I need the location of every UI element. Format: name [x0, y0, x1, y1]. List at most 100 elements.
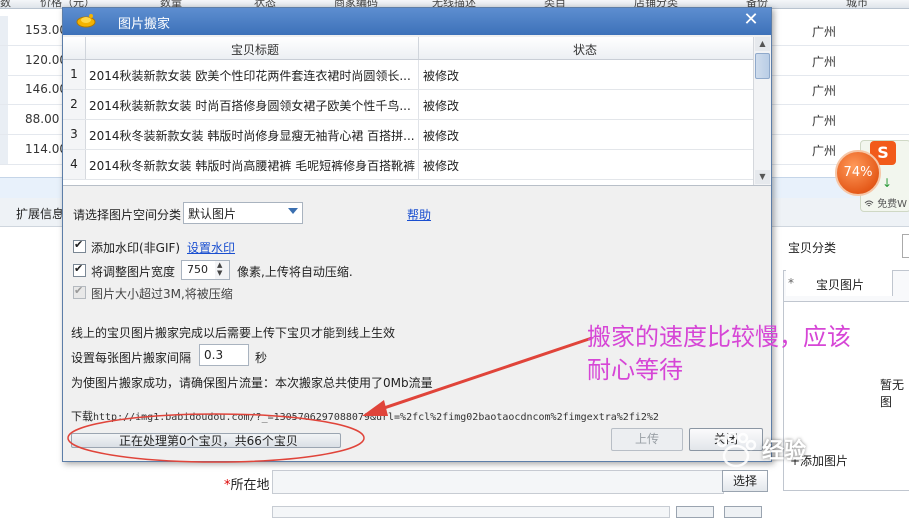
- price-cell: 114.00: [25, 142, 67, 156]
- table-row[interactable]: 2 2014秋装新款女装 时尚百搭修身圆领女裙子欧美个性千鸟... 被修改: [63, 90, 753, 120]
- mini-button[interactable]: [724, 506, 762, 518]
- tab-item-pictures[interactable]: * 宝贝图片: [786, 270, 893, 296]
- scroll-down-icon[interactable]: ▼: [755, 170, 770, 184]
- interval-unit: 秒: [255, 351, 268, 365]
- grid-header: 宝贝标题 状态: [63, 37, 753, 60]
- stepper-down-icon[interactable]: ▼: [217, 269, 222, 277]
- row-edge: [0, 135, 8, 164]
- dialog-titlebar[interactable]: 图片搬家 ✕: [63, 8, 771, 35]
- cell-separator: [418, 90, 419, 119]
- location-input[interactable]: [272, 470, 724, 494]
- item-status: 被修改: [423, 159, 460, 173]
- download-arrow-icon: ↓: [882, 176, 893, 190]
- resize-suffix: 像素,上传将自动压缩.: [237, 265, 353, 279]
- row-number: 1: [63, 60, 86, 89]
- cell-separator: [418, 150, 419, 179]
- row-number: 3: [63, 120, 86, 149]
- stepper-up-icon[interactable]: ▲: [217, 261, 222, 269]
- space-category-value: 默认图片: [188, 207, 237, 221]
- row-edge: [0, 46, 8, 75]
- category-select[interactable]: [902, 234, 909, 258]
- download-status: 下载http://img1.babidoudou.com/?_=13057062…: [71, 408, 659, 424]
- location-label-text: 所在地: [230, 478, 270, 493]
- width-stepper[interactable]: ▲ ▼: [215, 260, 230, 280]
- progress-text: 正在处理第0个宝贝，共66个宝贝: [119, 434, 298, 448]
- item-title: 2014秋冬装新款女装 韩版时尚修身显瘦无袖背心裙 百搭拼...: [89, 129, 415, 143]
- download-label: 下载: [71, 410, 93, 423]
- price-cell: 146.00: [25, 82, 67, 96]
- scroll-up-icon[interactable]: ▲: [755, 37, 770, 51]
- table-row[interactable]: 3 2014秋冬装新款女装 韩版时尚修身显瘦无袖背心裙 百搭拼... 被修改: [63, 120, 753, 150]
- header-separator: [85, 37, 86, 59]
- item-status: 被修改: [423, 129, 460, 143]
- category-label: 宝贝分类: [788, 241, 837, 255]
- cell-separator: [418, 120, 419, 149]
- interval-input[interactable]: 0.3: [199, 344, 249, 366]
- interval-value: 0.3: [204, 348, 224, 362]
- price-cell: 88.00: [25, 112, 60, 126]
- row-number: 2: [63, 90, 86, 119]
- city-cell: 广州: [812, 144, 837, 158]
- city-cell: 广州: [812, 114, 837, 128]
- dialog-title: 图片搬家: [118, 17, 171, 32]
- price-cell: 120.00: [25, 53, 67, 67]
- close-icon[interactable]: ✕: [741, 10, 761, 30]
- tab-star: *: [788, 276, 794, 290]
- watermark-settings-link[interactable]: 设置水印: [187, 239, 235, 256]
- item-title: 2014秋装新款女装 时尚百搭修身圆领女裙子欧美个性千鸟...: [89, 99, 411, 113]
- tab-label: 宝贝图片: [816, 278, 865, 292]
- item-title: 2014秋冬新款女装 韩版时尚高腰裙裤 毛呢短裤修身百搭靴裤: [89, 159, 415, 173]
- speed-ball[interactable]: 74%: [835, 150, 881, 196]
- space-category-select[interactable]: 默认图片: [183, 202, 303, 224]
- row-edge: [0, 75, 8, 104]
- annotation-text: 搬家的速度比较慢，应该 耐心等待: [587, 321, 897, 387]
- extended-info-tab[interactable]: 扩展信息: [16, 205, 64, 222]
- mini-button[interactable]: [676, 506, 714, 518]
- header-separator: [418, 37, 419, 59]
- choose-button[interactable]: 选择: [722, 470, 768, 492]
- table-row[interactable]: 4 2014秋冬新款女装 韩版时尚高腰裙裤 毛呢短裤修身百搭靴裤 被修改: [63, 150, 753, 180]
- size-limit-checkbox: [73, 284, 86, 299]
- annotation-line: 耐心等待: [587, 356, 683, 384]
- width-value: 750: [187, 263, 208, 276]
- help-link[interactable]: 帮助: [407, 206, 431, 223]
- column-header: 城市: [846, 0, 868, 9]
- wifi-icon: [864, 200, 874, 207]
- upload-note: 线上的宝贝图片搬家完成以后需要上传下宝贝才能到线上生效: [71, 326, 396, 340]
- grid-column-title: 宝贝标题: [231, 43, 280, 57]
- interval-label: 设置每张图片搬家间隔: [71, 351, 192, 365]
- second-input[interactable]: [272, 506, 670, 518]
- chevron-down-icon: [288, 208, 298, 214]
- grid-column-status: 状态: [573, 43, 598, 57]
- table-row[interactable]: 1 2014秋装新款女装 欧美个性印花两件套连衣裙时尚圆领长... 被修改: [63, 60, 753, 90]
- item-status: 被修改: [423, 69, 460, 83]
- item-title: 2014秋装新款女装 欧美个性印花两件套连衣裙时尚圆领长...: [89, 69, 411, 83]
- cell-separator: [418, 60, 419, 89]
- space-category-label: 请选择图片空间分类: [73, 208, 182, 222]
- watermark-checkbox[interactable]: [73, 238, 86, 253]
- scroll-thumb[interactable]: [755, 53, 770, 79]
- city-cell: 广州: [812, 84, 837, 98]
- resize-label: 将调整图片宽度: [91, 265, 176, 279]
- size-limit-label: 图片大小超过3M,将被压缩: [91, 287, 233, 301]
- row-edge: [0, 16, 8, 45]
- width-input[interactable]: 750: [181, 260, 217, 280]
- resize-checkbox[interactable]: [73, 262, 86, 277]
- city-cell: 广州: [812, 25, 837, 39]
- column-header: 数: [0, 0, 11, 9]
- row-edge: [0, 105, 8, 134]
- location-label: *所在地: [224, 474, 270, 493]
- upload-button[interactable]: 上传: [611, 428, 683, 451]
- annotation-line: 搬家的速度比较慢，应该: [587, 323, 851, 351]
- paw-logo-icon: [716, 431, 757, 468]
- traffic-note: 为使图片搬家成功，请确保图片流量：本次搬家总共使用了0Mb流量: [71, 376, 433, 390]
- item-grid: 宝贝标题 状态 1 2014秋装新款女装 欧美个性印花两件套连衣裙时尚圆领长..…: [63, 37, 771, 186]
- download-url: http://img1.babidoudou.com/?_=1305706297…: [93, 412, 659, 423]
- grid-scrollbar[interactable]: ▲ ▼: [753, 37, 771, 185]
- row-number: 4: [63, 150, 86, 179]
- free-wifi-label: 免费W: [864, 195, 907, 210]
- free-wifi-text: 免费W: [877, 199, 908, 210]
- watermark-label: 添加水印(非GIF): [91, 241, 181, 255]
- city-cell: 广州: [812, 55, 837, 69]
- site-watermark: 经验: [762, 439, 807, 464]
